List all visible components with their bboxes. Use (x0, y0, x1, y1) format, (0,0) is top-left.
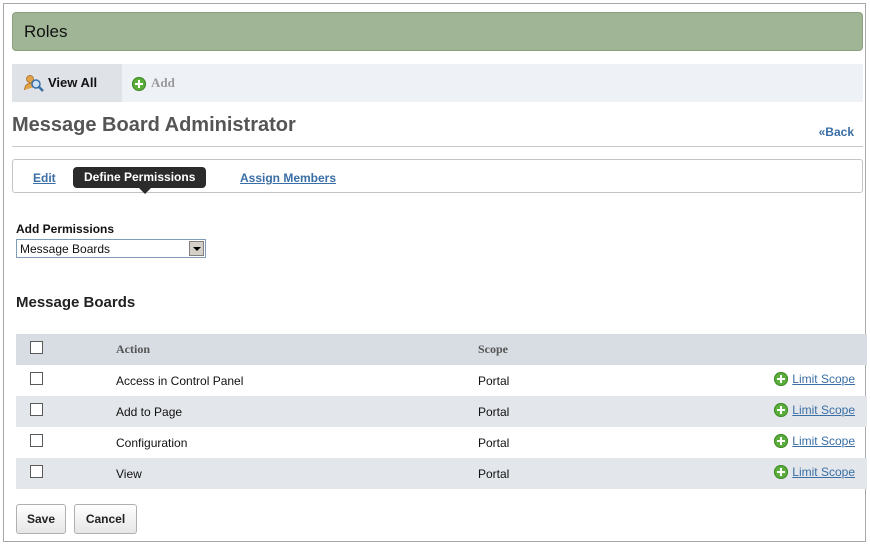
limit-scope-label[interactable]: Limit Scope (792, 465, 855, 479)
add-icon (774, 465, 789, 479)
add-label: Add (151, 75, 175, 90)
tab-edit[interactable]: Edit (33, 171, 56, 185)
row-checkbox[interactable] (30, 464, 43, 478)
limit-scope-label[interactable]: Limit Scope (792, 372, 855, 386)
row-checkbox[interactable] (30, 433, 43, 447)
column-header-empty (758, 334, 867, 365)
tab-bar: Edit Define Permissions Assign Members (12, 159, 863, 194)
table-row: Configuration Portal Limit Scope (16, 427, 867, 458)
section-title: Message Boards (16, 294, 136, 311)
column-header-action: Action (116, 334, 478, 365)
add-icon (132, 77, 146, 91)
add-icon (774, 372, 789, 386)
toolbar: View All Add (12, 64, 863, 102)
action-cell: Add to Page (116, 396, 478, 427)
back-link[interactable]: «Back (819, 125, 854, 139)
scope-cell: Portal (478, 435, 510, 450)
table-row: View Portal Limit Scope (16, 458, 867, 489)
select-all-checkbox[interactable] (30, 340, 43, 354)
scope-cell: Portal (478, 396, 758, 427)
limit-scope-link[interactable]: Limit Scope (774, 465, 855, 479)
limit-scope-label[interactable]: Limit Scope (792, 434, 855, 448)
save-button[interactable]: Save (16, 504, 66, 534)
scope-cell: Portal (478, 458, 758, 489)
portlet-frame: Roles View All Add Message Board Adminis… (3, 3, 867, 542)
users-search-icon (24, 74, 44, 96)
tab-define-permissions[interactable]: Define Permissions (73, 167, 207, 194)
portlet-title-bar: Roles (12, 12, 863, 51)
table-row: Access in Control Panel Portal Limit Sco… (16, 365, 867, 396)
title-divider (12, 146, 863, 147)
chevron-down-icon[interactable] (189, 241, 204, 256)
column-header-scope: Scope (478, 334, 758, 365)
action-cell: Configuration (116, 435, 188, 450)
limit-scope-link[interactable]: Limit Scope (774, 372, 855, 386)
portlet-title: Roles (24, 22, 68, 41)
tab-assign-members[interactable]: Assign Members (240, 171, 336, 185)
limit-scope-label[interactable]: Limit Scope (792, 403, 855, 417)
scope-cell: Portal (478, 373, 510, 388)
table-header-row: Action Scope (16, 334, 867, 365)
cancel-button[interactable]: Cancel (74, 504, 137, 534)
add-icon (774, 434, 789, 448)
action-cell: View (116, 458, 478, 489)
add-permissions-select[interactable]: Message Boards (16, 239, 206, 258)
add-icon (774, 403, 789, 417)
page-title: Message Board Administrator (12, 114, 296, 136)
add-permissions-selected: Message Boards (20, 242, 111, 256)
table-row: Add to Page Portal Limit Scope (16, 396, 867, 427)
row-checkbox[interactable] (30, 402, 43, 416)
view-all-button[interactable]: View All (12, 64, 122, 102)
add-permissions-label: Add Permissions (16, 222, 115, 236)
row-checkbox[interactable] (30, 371, 43, 385)
limit-scope-link[interactable]: Limit Scope (774, 434, 855, 448)
permissions-table: Action Scope Access in Control Panel Por… (16, 334, 867, 489)
view-all-label: View All (48, 75, 98, 90)
action-cell: Access in Control Panel (116, 373, 244, 388)
limit-scope-link[interactable]: Limit Scope (774, 403, 855, 417)
